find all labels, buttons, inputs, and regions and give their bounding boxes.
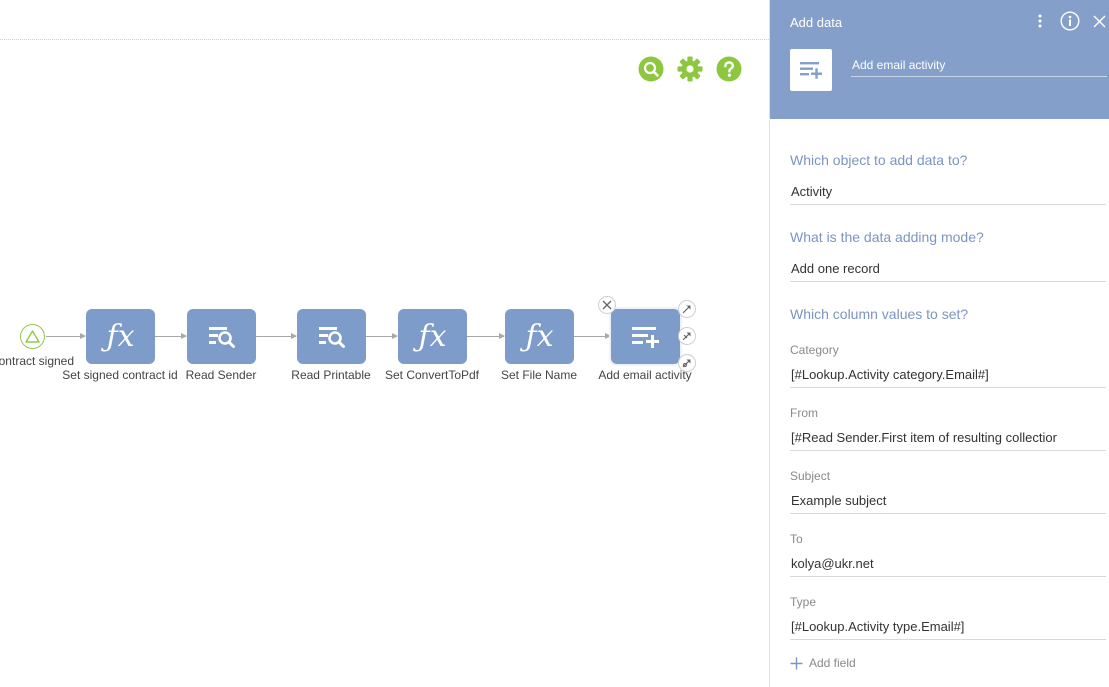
canvas-top-divider	[0, 39, 769, 40]
kebab-menu-icon	[1038, 14, 1042, 28]
conditional-arrow-icon	[682, 332, 691, 341]
element-name-input[interactable]	[851, 53, 1107, 77]
start-event-label: Contract signed	[0, 354, 75, 368]
triangle-icon	[25, 330, 40, 343]
node-set-file-name[interactable]: ƒx	[505, 309, 574, 364]
field-value-to[interactable]: kolya@ukr.net	[790, 551, 1106, 577]
mode-select[interactable]: Add one record	[790, 256, 1106, 282]
plus-icon	[790, 657, 803, 669]
node-label: Set ConvertToPdf	[384, 368, 480, 382]
help-icon	[716, 56, 742, 82]
process-designer: Contract signed ƒx Set signed contract i…	[0, 0, 1109, 687]
add-field-label: Add field	[809, 656, 856, 670]
gear-icon	[677, 56, 703, 82]
start-event-contract-signed[interactable]	[20, 324, 45, 349]
node-set-converttopdf[interactable]: ƒx	[398, 309, 467, 364]
search-icon	[638, 56, 664, 82]
formula-icon: ƒx	[418, 318, 447, 354]
formula-icon: ƒx	[106, 318, 135, 354]
flow-connector[interactable]	[256, 333, 297, 339]
default-flow-arrow-icon	[682, 359, 691, 368]
info-icon	[1060, 11, 1080, 31]
flow-connector[interactable]	[366, 333, 398, 339]
field-value-category[interactable]: [#Lookup.Activity category.Email#]	[790, 362, 1106, 388]
flow-connector[interactable]	[46, 333, 86, 339]
field-label-from: From	[790, 406, 818, 420]
delete-element-button[interactable]	[598, 296, 616, 314]
field-label-type: Type	[790, 595, 817, 609]
field-value-type[interactable]: [#Lookup.Activity type.Email#]	[790, 614, 1106, 640]
node-read-sender[interactable]	[187, 309, 256, 364]
node-add-email-activity[interactable]	[611, 309, 680, 364]
connect-conditional-flow-button[interactable]	[678, 327, 696, 345]
connect-default-flow-button[interactable]	[678, 354, 696, 372]
info-button[interactable]	[1060, 11, 1080, 31]
flow-connector[interactable]	[467, 333, 505, 339]
close-panel-button[interactable]	[1089, 11, 1109, 31]
add-field-button[interactable]: Add field	[790, 655, 856, 671]
read-data-icon	[208, 326, 235, 348]
panel-header: Add data	[770, 0, 1109, 119]
flow-connector[interactable]	[155, 333, 187, 339]
object-lookup[interactable]: Activity	[790, 179, 1106, 205]
settings-button[interactable]	[677, 56, 703, 82]
node-label: Read Sender	[185, 368, 257, 382]
more-actions-button[interactable]	[1030, 11, 1050, 31]
node-set-signed-contract-id[interactable]: ƒx	[86, 309, 155, 364]
element-setup-panel: Add data Add email activity Which object…	[769, 0, 1109, 687]
add-data-icon	[631, 326, 659, 348]
search-button[interactable]	[638, 56, 664, 82]
arrow-diagonal-icon	[682, 305, 691, 314]
connect-flow-button[interactable]	[678, 300, 696, 318]
node-label: Set File Name	[500, 368, 578, 382]
mode-question: What is the data adding mode?	[790, 229, 984, 245]
node-read-printable[interactable]	[297, 309, 366, 364]
field-label-category: Category	[790, 343, 839, 357]
object-question: Which object to add data to?	[790, 152, 968, 168]
process-canvas[interactable]: Contract signed ƒx Set signed contract i…	[0, 0, 769, 687]
field-value-subject[interactable]: Example subject	[790, 488, 1106, 514]
field-label-subject: Subject	[790, 469, 831, 483]
columns-question: Which column values to set?	[790, 306, 969, 322]
add-data-icon	[800, 62, 822, 79]
formula-icon: ƒx	[525, 318, 554, 354]
close-icon	[1093, 15, 1105, 27]
read-data-icon	[318, 326, 345, 348]
element-icon-box	[790, 49, 832, 91]
field-label-to: To	[790, 532, 803, 546]
panel-title: Add data	[790, 15, 843, 30]
field-value-from[interactable]: [#Read Sender.First item of resulting co…	[790, 425, 1106, 451]
help-button[interactable]	[716, 56, 742, 82]
flow-connector[interactable]	[574, 333, 611, 339]
close-icon	[602, 300, 612, 310]
